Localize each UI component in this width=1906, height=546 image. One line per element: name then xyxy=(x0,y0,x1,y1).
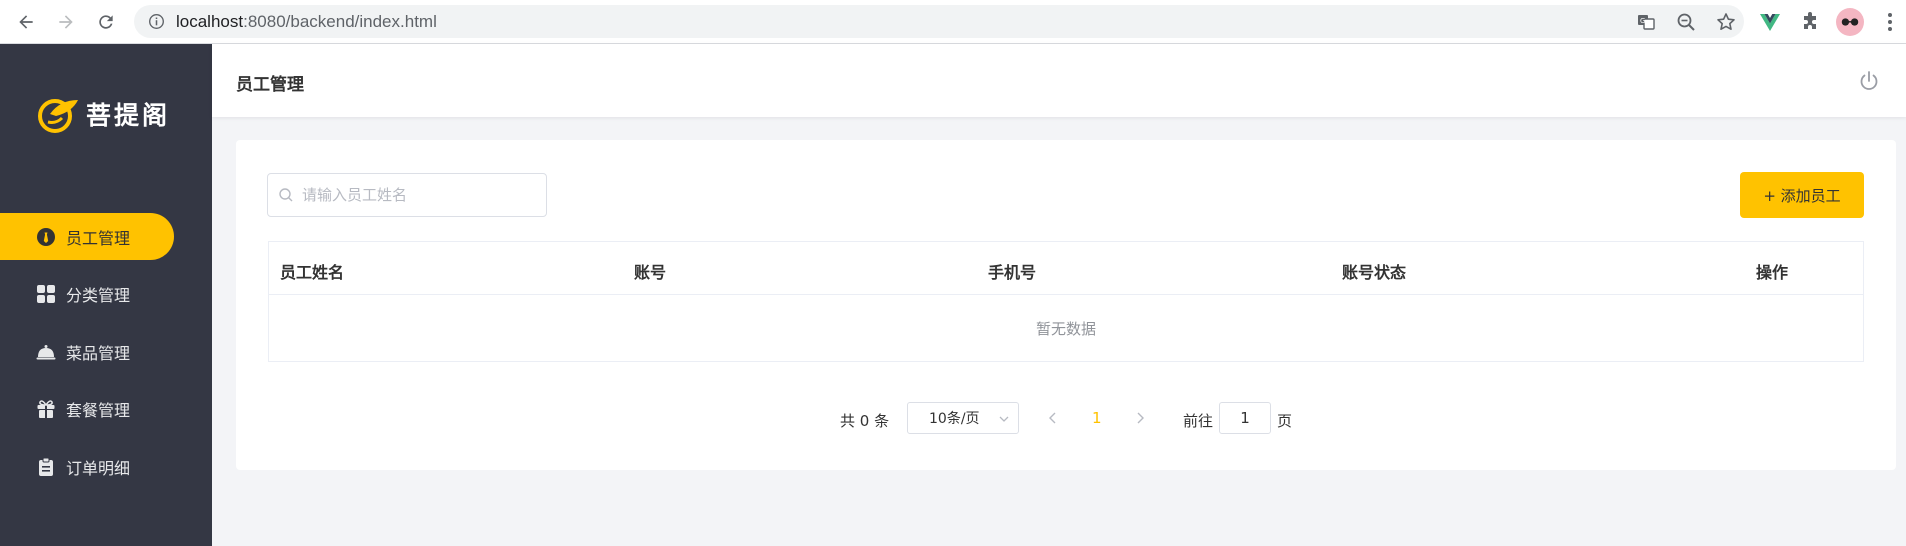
url-text: localhost:8080/backend/index.html xyxy=(176,12,437,32)
table-header: 员工姓名 账号 手机号 账号状态 操作 xyxy=(269,242,1863,295)
arrow-right-icon xyxy=(59,15,73,29)
prev-page-icon[interactable] xyxy=(1046,411,1060,425)
zoom-out-icon[interactable] xyxy=(1676,12,1696,32)
bookmark-star-icon[interactable] xyxy=(1716,12,1736,32)
employee-table: 员工姓名 账号 手机号 账号状态 操作 暂无数据 xyxy=(268,241,1864,362)
column-header-account: 账号 xyxy=(634,263,667,282)
column-header-phone: 手机号 xyxy=(988,263,1037,282)
sidebar-item-setmeal[interactable]: 套餐管理 xyxy=(0,385,174,432)
next-page-icon[interactable] xyxy=(1133,411,1147,425)
column-header-status: 账号状态 xyxy=(1342,263,1407,282)
pagination-total: 共 0 条 xyxy=(840,412,890,430)
svg-text:G: G xyxy=(1640,17,1645,25)
sidebar-item-label: 员工管理 xyxy=(66,228,131,248)
sidebar: 菩提阁 员工管理 分类管理 菜品管理 套餐管理 订单明细 xyxy=(0,44,212,546)
page-number-current[interactable]: 1 xyxy=(1092,409,1102,427)
page-title: 员工管理 xyxy=(236,75,304,95)
goto-label: 前往 xyxy=(1183,412,1214,430)
url-path: :8080/backend/index.html xyxy=(243,12,437,31)
sidebar-item-dish[interactable]: 菜品管理 xyxy=(0,328,174,375)
top-header: 员工管理 xyxy=(212,44,1906,117)
reload-button[interactable] xyxy=(92,8,120,36)
sidebar-item-label: 分类管理 xyxy=(66,285,131,305)
sidebar-item-label: 套餐管理 xyxy=(66,400,131,420)
gift-icon xyxy=(36,399,56,419)
logout-power-icon[interactable] xyxy=(1858,70,1880,92)
profile-avatar[interactable] xyxy=(1836,8,1864,36)
url-host: localhost xyxy=(176,12,244,31)
column-header-actions: 操作 xyxy=(1756,263,1789,282)
info-icon[interactable] xyxy=(148,13,165,30)
sidebar-item-orders[interactable]: 订单明细 xyxy=(0,443,174,490)
sidebar-item-employee[interactable]: 员工管理 xyxy=(0,213,174,260)
reload-icon xyxy=(99,15,113,29)
vue-devtools-icon[interactable] xyxy=(1759,11,1781,33)
search-box xyxy=(267,173,547,217)
clipboard-icon xyxy=(36,457,56,477)
employee-icon xyxy=(36,227,56,247)
logo: 菩提阁 xyxy=(38,94,170,134)
search-icon xyxy=(279,188,293,202)
page-size-value: 10条/页 xyxy=(929,411,980,427)
browser-toolbar: localhost:8080/backend/index.html G xyxy=(0,0,1906,44)
forward-button[interactable] xyxy=(52,8,80,36)
page-size-select[interactable]: 10条/页 xyxy=(907,402,1019,434)
sidebar-item-category[interactable]: 分类管理 xyxy=(0,270,174,317)
chevron-down-icon xyxy=(999,416,1009,422)
sidebar-item-label: 订单明细 xyxy=(66,458,131,478)
add-employee-button[interactable]: + 添加员工 xyxy=(1740,172,1864,218)
category-icon xyxy=(36,284,56,304)
search-input[interactable] xyxy=(300,185,534,205)
column-header-name: 员工姓名 xyxy=(280,263,345,282)
address-bar[interactable]: localhost:8080/backend/index.html G xyxy=(134,5,1744,38)
sunglasses-icon xyxy=(1841,18,1859,26)
sidebar-item-label: 菜品管理 xyxy=(66,343,131,363)
pagination: 共 0 条 10条/页 1 前往 页 xyxy=(236,402,1896,436)
logo-mark-icon xyxy=(38,99,78,133)
more-menu-icon[interactable] xyxy=(1884,10,1896,34)
dish-icon xyxy=(36,342,56,362)
translate-icon[interactable]: G xyxy=(1636,12,1656,32)
logo-text: 菩提阁 xyxy=(86,101,171,130)
goto-suffix: 页 xyxy=(1277,412,1293,430)
extensions-puzzle-icon[interactable] xyxy=(1800,11,1822,33)
back-button[interactable] xyxy=(12,8,40,36)
empty-state-text: 暂无数据 xyxy=(1035,319,1096,338)
content-card: + 添加员工 员工姓名 账号 手机号 账号状态 操作 暂无数据 共 0 条 10… xyxy=(236,140,1896,470)
arrow-left-icon xyxy=(19,15,33,29)
goto-page-input[interactable] xyxy=(1219,402,1271,434)
